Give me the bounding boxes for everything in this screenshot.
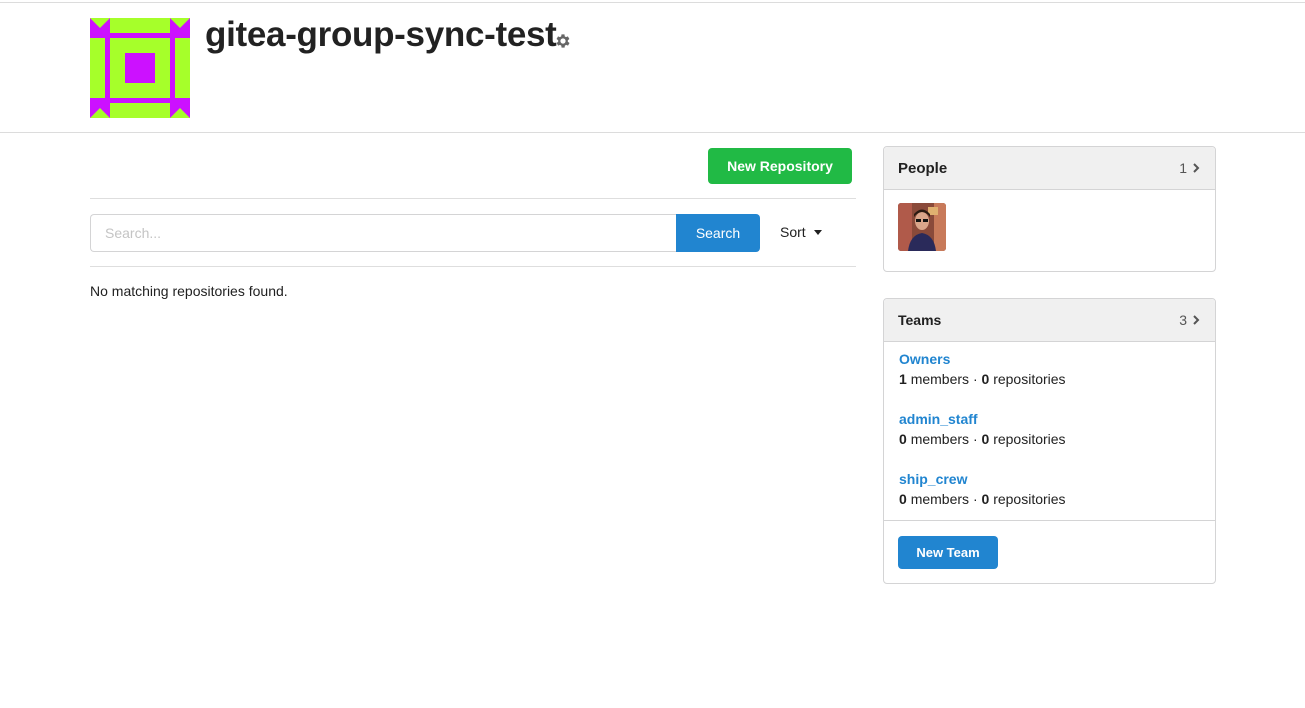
team-meta: 0 members · 0 repositories xyxy=(899,489,1066,509)
org-header: gitea-group-sync-test xyxy=(0,3,1305,133)
teams-panel-header: Teams 3 xyxy=(884,299,1215,342)
team-members-count: 1 xyxy=(899,371,907,387)
teams-count-link[interactable]: 3 xyxy=(1179,312,1201,328)
sort-dropdown[interactable]: Sort xyxy=(780,224,822,240)
people-title: People xyxy=(898,159,948,177)
team-repos-count: 0 xyxy=(981,491,990,507)
org-avatar xyxy=(90,18,190,118)
team-members-label: members xyxy=(910,371,970,387)
teams-count: 3 xyxy=(1179,312,1187,328)
team-link[interactable]: admin_staff xyxy=(899,409,1066,429)
team-item: ship_crew 0 members · 0 repositories xyxy=(899,469,1066,509)
caret-down-icon xyxy=(813,229,822,235)
search-input[interactable] xyxy=(90,214,676,252)
divider xyxy=(884,520,1215,521)
team-link[interactable]: Owners xyxy=(899,349,1066,369)
team-meta-separator: · xyxy=(972,491,978,507)
search-button[interactable]: Search xyxy=(676,214,760,252)
chevron-right-icon xyxy=(1193,315,1200,325)
sort-label: Sort xyxy=(780,224,806,240)
gear-icon[interactable] xyxy=(554,32,572,50)
team-repos-label: repositories xyxy=(993,491,1066,507)
divider xyxy=(90,266,856,267)
team-repos-count: 0 xyxy=(981,371,990,387)
people-count: 1 xyxy=(1179,160,1187,176)
empty-repositories-message: No matching repositories found. xyxy=(90,283,288,299)
team-meta-separator: · xyxy=(972,431,978,447)
team-members-count: 0 xyxy=(899,431,907,447)
team-members-label: members xyxy=(910,431,970,447)
team-meta: 0 members · 0 repositories xyxy=(899,429,1066,449)
team-repos-label: repositories xyxy=(993,431,1066,447)
team-repos-count: 0 xyxy=(981,431,990,447)
divider xyxy=(90,198,856,199)
teams-panel: Teams 3 Owners 1 members · 0 repositorie… xyxy=(883,298,1216,584)
people-panel: People 1 xyxy=(883,146,1216,272)
team-members-count: 0 xyxy=(899,491,907,507)
team-item: admin_staff 0 members · 0 repositories xyxy=(899,409,1066,449)
team-repos-label: repositories xyxy=(993,371,1066,387)
team-members-label: members xyxy=(910,491,970,507)
org-title: gitea-group-sync-test xyxy=(205,15,557,54)
team-meta: 1 members · 0 repositories xyxy=(899,369,1066,389)
member-avatar[interactable] xyxy=(898,203,946,251)
people-count-link[interactable]: 1 xyxy=(1179,160,1201,176)
team-meta-separator: · xyxy=(972,371,978,387)
people-panel-header: People 1 xyxy=(884,147,1215,190)
teams-title: Teams xyxy=(898,312,942,328)
team-link[interactable]: ship_crew xyxy=(899,469,1066,489)
new-repository-button[interactable]: New Repository xyxy=(708,148,852,184)
team-item: Owners 1 members · 0 repositories xyxy=(899,349,1066,389)
chevron-right-icon xyxy=(1193,163,1200,173)
new-team-button[interactable]: New Team xyxy=(898,536,998,569)
